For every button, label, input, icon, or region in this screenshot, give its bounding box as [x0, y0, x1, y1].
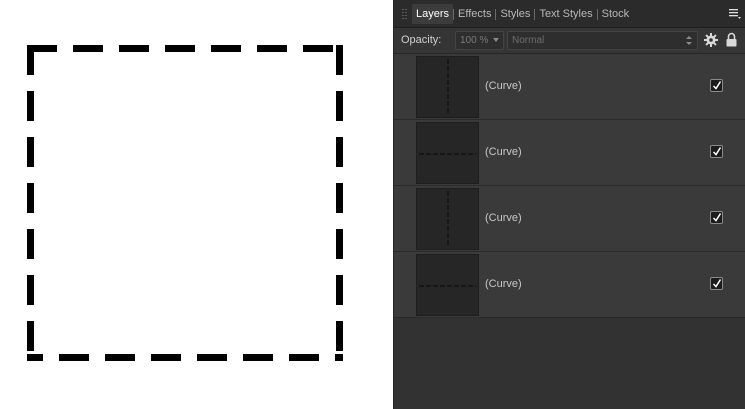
stepper-arrows-icon[interactable]: [686, 35, 692, 46]
layer-thumbnail: [416, 122, 479, 184]
visibility-checkbox[interactable]: [710, 211, 723, 224]
visibility-checkbox[interactable]: [710, 79, 723, 92]
visibility-checkbox[interactable]: [710, 277, 723, 290]
opacity-value: 100 %: [460, 35, 489, 46]
gear-icon[interactable]: [704, 33, 718, 47]
layer-row[interactable]: (Curve): [394, 54, 745, 120]
layer-row[interactable]: (Curve): [394, 252, 745, 318]
blend-mode-value: Normal: [512, 35, 545, 46]
lock-icon[interactable]: [726, 32, 737, 47]
chevron-down-icon[interactable]: [493, 38, 499, 42]
tab-effects[interactable]: Effects: [454, 4, 495, 24]
layer-list: (Curve) (Curve) (Curve) (Curve): [394, 54, 745, 318]
layer-thumbnail: [416, 188, 479, 250]
layer-name[interactable]: (Curve): [485, 212, 522, 224]
canvas[interactable]: [0, 0, 393, 409]
opacity-label: Opacity:: [401, 34, 442, 46]
tab-stock[interactable]: Stock: [598, 4, 634, 24]
layer-row[interactable]: (Curve): [394, 186, 745, 252]
layer-thumbnail: [416, 56, 479, 118]
opacity-field[interactable]: 100 %: [455, 31, 504, 50]
panel-tab-bar: Layers Effects Styles Text Styles Stock: [394, 0, 745, 28]
panel-grip-icon[interactable]: [402, 9, 407, 19]
layer-row[interactable]: (Curve): [394, 120, 745, 186]
tab-layers[interactable]: Layers: [412, 4, 454, 24]
hamburger-menu-icon[interactable]: [729, 8, 741, 20]
layer-toolbar: Opacity: 100 % Normal: [394, 28, 745, 54]
visibility-checkbox[interactable]: [710, 145, 723, 158]
layer-name[interactable]: (Curve): [485, 146, 522, 158]
layers-panel: Layers Effects Styles Text Styles Stock: [393, 0, 745, 409]
layer-thumbnail: [416, 254, 479, 316]
tab-text-styles[interactable]: Text Styles: [535, 4, 596, 24]
app-window: Layers Effects Styles Text Styles Stock: [0, 0, 745, 409]
layer-name[interactable]: (Curve): [485, 80, 522, 92]
blend-mode-select[interactable]: Normal: [507, 31, 698, 50]
layer-name[interactable]: (Curve): [485, 278, 522, 290]
dashed-rectangle-artwork[interactable]: [0, 0, 393, 409]
tab-styles[interactable]: Styles: [496, 4, 534, 24]
